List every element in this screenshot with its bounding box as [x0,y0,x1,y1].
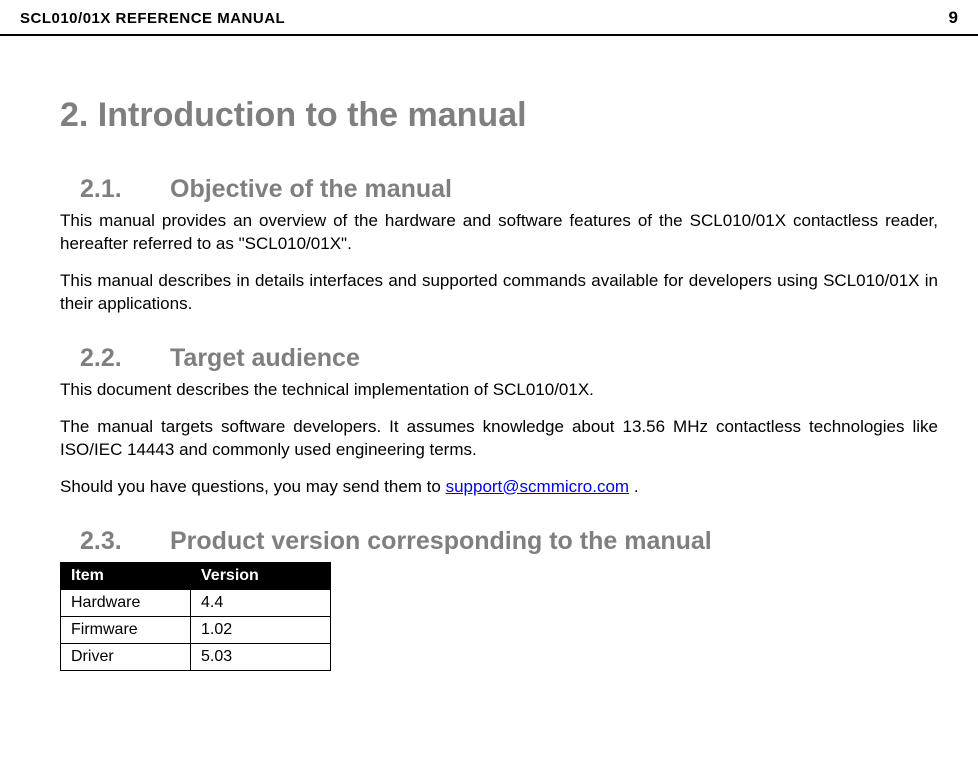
table-cell-version: 1.02 [191,616,331,643]
heading-2-text: Product version corresponding to the man… [170,527,712,556]
paragraph-text: . [629,477,638,496]
table-header-item: Item [61,562,191,589]
paragraph: Should you have questions, you may send … [60,476,938,499]
table-cell-item: Firmware [61,616,191,643]
table-cell-version: 5.03 [191,643,331,670]
support-email-link[interactable]: support@scmmicro.com [446,477,630,496]
table-row: Hardware 4.4 [61,589,331,616]
table-cell-version: 4.4 [191,589,331,616]
heading-2-target-audience: 2.2. Target audience [60,344,938,373]
heading-1: 2. Introduction to the manual [60,96,938,135]
heading-2-number: 2.2. [60,344,170,373]
table-row: Driver 5.03 [61,643,331,670]
heading-2-objective: 2.1. Objective of the manual [60,175,938,204]
page-content: 2. Introduction to the manual 2.1. Objec… [0,36,978,691]
table-row: Firmware 1.02 [61,616,331,643]
table-cell-item: Hardware [61,589,191,616]
table-cell-item: Driver [61,643,191,670]
paragraph: This manual provides an overview of the … [60,210,938,256]
heading-2-product-version: 2.3. Product version corresponding to th… [60,527,938,556]
paragraph: The manual targets software developers. … [60,416,938,462]
header-title: SCL010/01X REFERENCE MANUAL [20,10,285,27]
table-header-row: Item Version [61,562,331,589]
heading-2-text: Objective of the manual [170,175,452,204]
paragraph-text: Should you have questions, you may send … [60,477,446,496]
page-header: SCL010/01X REFERENCE MANUAL 9 [0,0,978,36]
paragraph: This manual describes in details interfa… [60,270,938,316]
table-header-version: Version [191,562,331,589]
header-page-number: 9 [949,8,958,28]
heading-2-number: 2.1. [60,175,170,204]
paragraph: This document describes the technical im… [60,379,938,402]
version-table: Item Version Hardware 4.4 Firmware 1.02 … [60,562,331,671]
heading-2-number: 2.3. [60,527,170,556]
heading-2-text: Target audience [170,344,360,373]
